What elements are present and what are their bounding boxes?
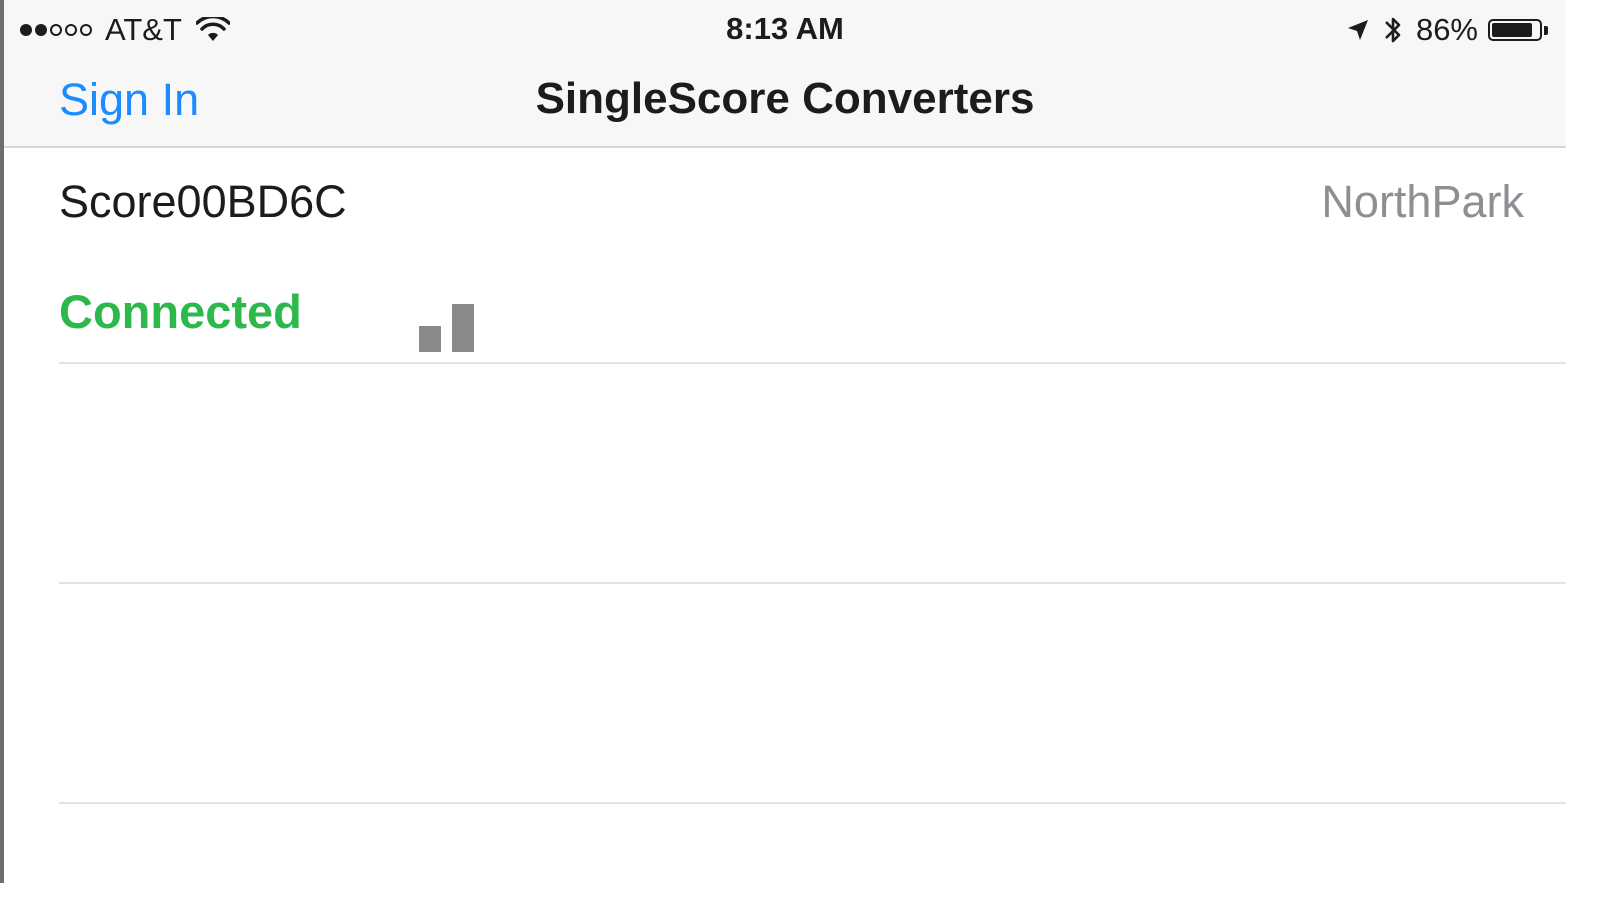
top-area: AT&T 8:13 AM 86% Sign In SingleScore Con… [4, 0, 1566, 148]
signal-bar-1 [419, 326, 441, 352]
page-title: SingleScore Converters [535, 74, 1035, 123]
list-item-empty [4, 584, 1566, 804]
list-item-empty [4, 364, 1566, 584]
right-margin [1566, 0, 1599, 900]
navigation-bar: Sign In SingleScore Converters [4, 60, 1566, 146]
bottom-margin [0, 883, 1599, 900]
battery-tip [1544, 25, 1548, 35]
device-name: Score00BD6C [59, 176, 347, 227]
status-time: 8:13 AM [726, 11, 844, 46]
connection-status: Connected [59, 285, 302, 338]
signal-bar-2 [452, 304, 474, 352]
list-item-device[interactable]: Score00BD6C NorthPark Connected [4, 148, 1566, 364]
signal-strength-icon [419, 304, 474, 352]
status-right: 86% [1346, 12, 1548, 48]
location-arrow-icon [1347, 20, 1368, 40]
phone-screen: AT&T 8:13 AM 86% Sign In SingleScore Con… [4, 0, 1566, 883]
battery-percent: 86% [1415, 12, 1478, 47]
battery-icon [1488, 19, 1542, 41]
bluetooth-icon [1385, 17, 1401, 43]
device-location: NorthPark [1321, 176, 1524, 227]
row-separator [59, 802, 1566, 804]
status-bar: AT&T 8:13 AM 86% [4, 0, 1566, 60]
battery-fill [1492, 23, 1532, 37]
converter-list: Score00BD6C NorthPark Connected [4, 148, 1566, 804]
